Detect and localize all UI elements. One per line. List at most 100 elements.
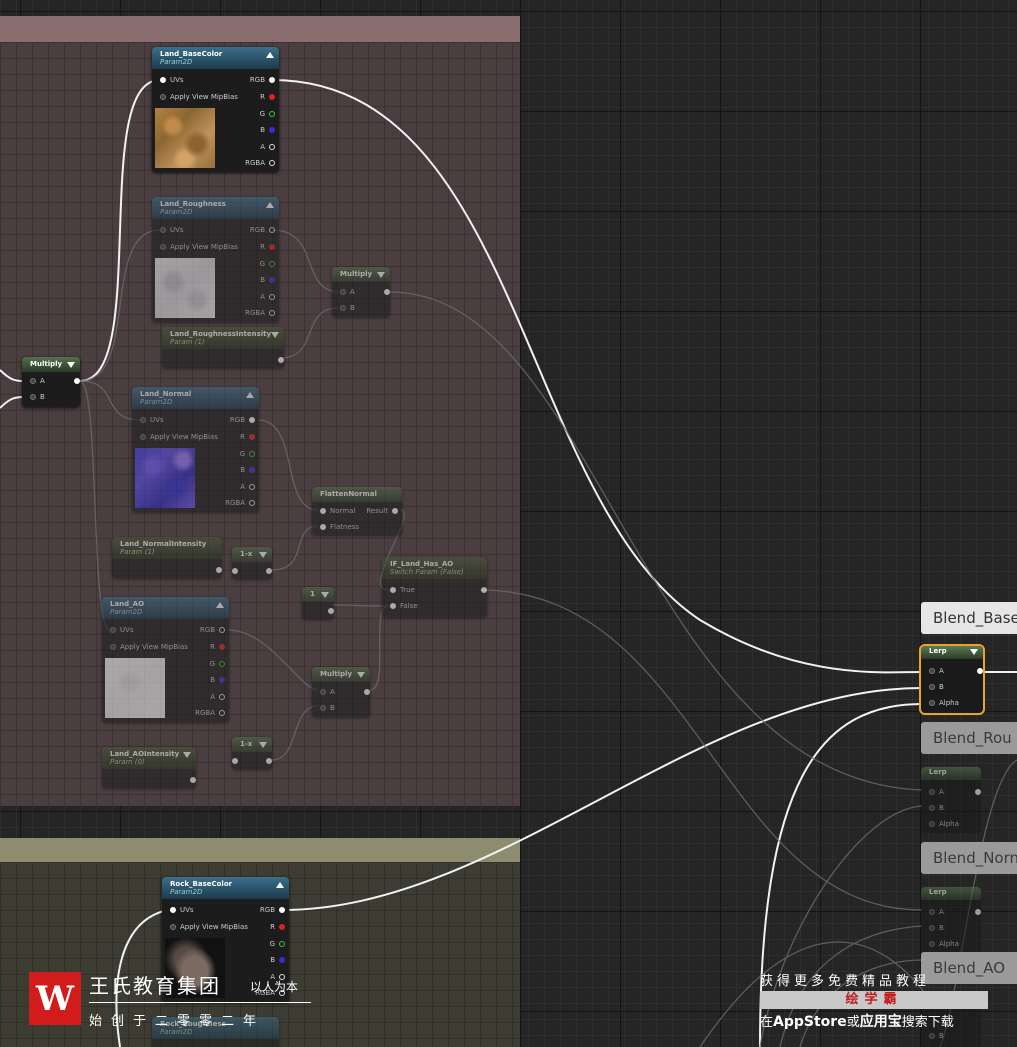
pin-r[interactable]: R xyxy=(270,923,285,931)
pin-alpha-input[interactable]: Alpha xyxy=(929,820,959,828)
pin-a-input[interactable]: A xyxy=(929,667,944,675)
pin-r[interactable]: R xyxy=(260,93,275,101)
node-header[interactable]: Land_Normal Param2D xyxy=(132,387,259,409)
pin-b[interactable]: B xyxy=(240,466,255,474)
pin-rgba[interactable]: RGBA xyxy=(195,709,225,717)
pin-g[interactable]: G xyxy=(260,260,275,268)
pin-b[interactable]: B xyxy=(260,126,275,134)
pin-a-input[interactable]: A xyxy=(320,688,335,696)
collapse-arrow-icon[interactable] xyxy=(216,602,224,608)
pin-g[interactable]: G xyxy=(210,660,225,668)
pin-apply-view-mip-bias[interactable]: Apply View MipBias xyxy=(170,923,248,931)
node-has-ao-switch[interactable]: IF_Land_Has_AO Switch Param (False) True… xyxy=(382,557,487,617)
pin-a-input[interactable]: A xyxy=(340,288,355,296)
pin-b[interactable]: B xyxy=(210,676,225,684)
collapse-arrow-icon[interactable] xyxy=(970,649,978,655)
node-header[interactable]: Land_AO Param2D xyxy=(102,597,229,619)
node-header[interactable]: 1-x xyxy=(232,547,272,562)
collapse-arrow-icon[interactable] xyxy=(377,272,385,278)
collapse-arrow-icon[interactable] xyxy=(67,362,75,368)
node-header[interactable]: Lerp xyxy=(921,887,981,900)
pin-normal[interactable]: Normal xyxy=(320,507,355,515)
pin-false[interactable]: False xyxy=(390,602,418,610)
collapse-arrow-icon[interactable] xyxy=(183,752,191,758)
node-header[interactable]: Land_RoughnessIntensity Param (1) xyxy=(162,327,284,349)
material-graph-canvas[interactable]: Land_BaseColor Param2D UVs Apply View Mi… xyxy=(0,0,1017,1047)
node-header[interactable]: 1 xyxy=(302,587,334,602)
pin-rgb[interactable]: RGB xyxy=(250,76,275,84)
node-multiply-main[interactable]: Multiply A B xyxy=(22,357,80,407)
node-header[interactable]: Multiply xyxy=(332,267,390,282)
node-header[interactable]: FlattenNormal xyxy=(312,487,402,502)
node-lerp-norm[interactable]: Lerp A B Alpha xyxy=(921,887,981,953)
pin-apply-view-mip-bias[interactable]: Apply View MipBias xyxy=(160,93,238,101)
pin-a-input[interactable]: A xyxy=(30,377,45,385)
collapse-arrow-icon[interactable] xyxy=(259,742,267,748)
collapse-arrow-icon[interactable] xyxy=(276,882,284,888)
pin-apply-view-mip-bias[interactable]: Apply View MipBias xyxy=(110,643,188,651)
node-land-roughness[interactable]: Land_Roughness Param2D UVs Apply View Mi… xyxy=(152,197,279,322)
pin-rgb[interactable]: RGB xyxy=(260,906,285,914)
pin-a[interactable]: A xyxy=(210,693,225,701)
reroute-label-blend-base[interactable]: Blend_Base xyxy=(921,602,1017,634)
pin-apply-view-mip-bias[interactable]: Apply View MipBias xyxy=(160,243,238,251)
node-header[interactable]: Land_Roughness Param2D xyxy=(152,197,279,219)
node-header[interactable]: Land_NormalIntensity Param (1) xyxy=(112,537,222,559)
pin-flatness[interactable]: Flatness xyxy=(320,523,359,531)
pin-rgba[interactable]: RGBA xyxy=(245,309,275,317)
pin-alpha-input[interactable]: Alpha xyxy=(929,699,959,707)
node-header[interactable]: Lerp xyxy=(921,767,981,780)
node-land-basecolor[interactable]: Land_BaseColor Param2D UVs Apply View Mi… xyxy=(152,47,279,172)
node-lerp-rough[interactable]: Lerp A B Alpha xyxy=(921,767,981,833)
pin-g[interactable]: G xyxy=(270,940,285,948)
collapse-arrow-icon[interactable] xyxy=(246,392,254,398)
pin-a[interactable]: A xyxy=(260,143,275,151)
pin-b-input[interactable]: B xyxy=(929,683,944,691)
node-ao-intensity[interactable]: Land_AOIntensity Param (0) xyxy=(102,747,196,788)
node-flatten-normal[interactable]: FlattenNormal Normal Flatness Result xyxy=(312,487,402,535)
pin-b[interactable]: B xyxy=(260,276,275,284)
pin-r[interactable]: R xyxy=(260,243,275,251)
node-roughness-intensity[interactable]: Land_RoughnessIntensity Param (1) xyxy=(162,327,284,368)
pin-rgb[interactable]: RGB xyxy=(250,226,275,234)
pin-rgba[interactable]: RGBA xyxy=(225,499,255,507)
pin-uvs[interactable]: UVs xyxy=(110,626,134,634)
reroute-label-blend-rough[interactable]: Blend_Rou xyxy=(921,722,1017,754)
pin-result[interactable]: Result xyxy=(366,507,398,515)
reroute-label-blend-ao[interactable]: Blend_AO xyxy=(921,952,1017,984)
pin-uvs[interactable]: UVs xyxy=(170,906,194,914)
pin-rgb[interactable]: RGB xyxy=(230,416,255,424)
node-multiply-roughness[interactable]: Multiply A B xyxy=(332,267,390,317)
pin-b[interactable]: B xyxy=(270,956,285,964)
pin-rgba[interactable]: RGBA xyxy=(245,159,275,167)
node-header[interactable]: 1-x xyxy=(232,737,272,752)
pin-apply-view-mip-bias[interactable]: Apply View MipBias xyxy=(140,433,218,441)
node-land-ao[interactable]: Land_AO Param2D UVs Apply View MipBias R… xyxy=(102,597,229,722)
node-header[interactable]: Lerp xyxy=(921,646,983,659)
pin-uvs[interactable]: UVs xyxy=(160,226,184,234)
node-land-normal[interactable]: Land_Normal Param2D UVs Apply View MipBi… xyxy=(132,387,259,512)
node-header[interactable]: Land_BaseColor Param2D xyxy=(152,47,279,69)
pin-g[interactable]: G xyxy=(260,110,275,118)
pin-a-input[interactable]: A xyxy=(929,788,944,796)
reroute-label-blend-norm[interactable]: Blend_Norn xyxy=(921,842,1017,874)
node-one-minus-ao[interactable]: 1-x xyxy=(232,737,272,769)
collapse-arrow-icon[interactable] xyxy=(321,592,329,598)
collapse-arrow-icon[interactable] xyxy=(266,202,274,208)
node-constant-one[interactable]: 1 xyxy=(302,587,334,619)
node-header[interactable]: IF_Land_Has_AO Switch Param (False) xyxy=(382,557,487,579)
pin-uvs[interactable]: UVs xyxy=(140,416,164,424)
node-header[interactable]: Land_AOIntensity Param (0) xyxy=(102,747,196,769)
pin-b-input[interactable]: B xyxy=(929,924,944,932)
node-lerp-base[interactable]: Lerp A B Alpha xyxy=(919,644,985,715)
pin-b-input[interactable]: B xyxy=(929,804,944,812)
pin-a[interactable]: A xyxy=(240,483,255,491)
pin-a-input[interactable]: A xyxy=(929,908,944,916)
pin-uvs[interactable]: UVs xyxy=(160,76,184,84)
pin-r[interactable]: R xyxy=(210,643,225,651)
collapse-arrow-icon[interactable] xyxy=(271,332,279,338)
node-multiply-ao[interactable]: Multiply A B xyxy=(312,667,370,717)
collapse-arrow-icon[interactable] xyxy=(357,672,365,678)
pin-b-input[interactable]: B xyxy=(340,304,355,312)
pin-true[interactable]: True xyxy=(390,586,415,594)
